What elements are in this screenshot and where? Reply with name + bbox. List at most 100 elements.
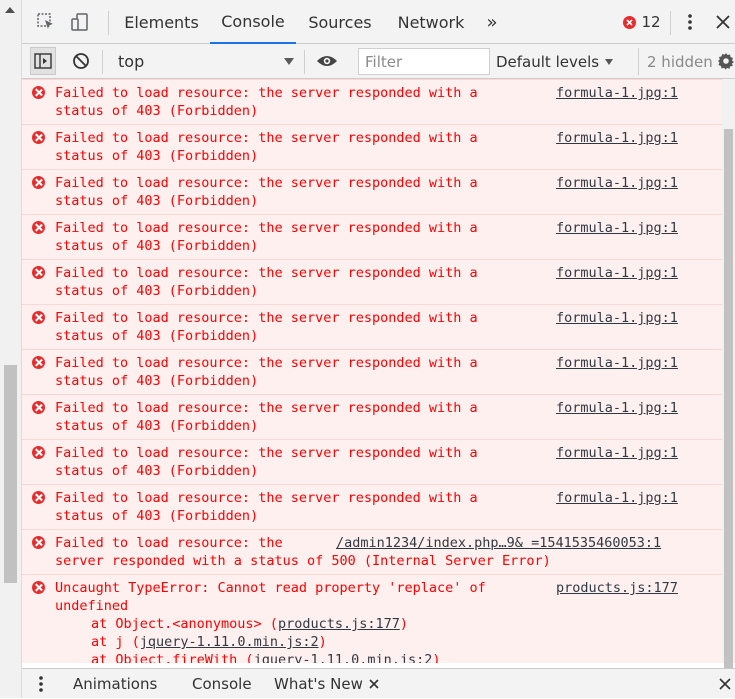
error-icon <box>32 491 45 504</box>
source-link[interactable]: formula-1.jpg:1 <box>556 174 678 192</box>
message-text: Uncaught TypeError: Cannot read property… <box>55 580 486 614</box>
toolbar-separator <box>108 11 109 35</box>
more-tabs-button[interactable]: » <box>480 0 504 44</box>
drawer-tab-label: What's New <box>274 675 363 693</box>
console-message-error: Failed to load resource: the server resp… <box>22 349 722 394</box>
error-icon <box>32 176 45 189</box>
inspect-element-icon[interactable] <box>32 0 60 44</box>
source-link[interactable]: formula-1.jpg:1 <box>556 399 678 417</box>
log-levels-dropdown[interactable]: Default levels <box>496 48 614 75</box>
stack-frame: at Object.fireWith (jquery-1.11.0.min.js… <box>91 651 441 663</box>
message-text: Failed to load resource: the server resp… <box>55 490 478 524</box>
error-icon <box>32 86 45 99</box>
error-icon <box>32 131 45 144</box>
chevron-down-icon <box>605 58 614 65</box>
sidebar-toggle-icon[interactable] <box>30 47 56 75</box>
source-link[interactable]: /admin1234/index.php…9& =1541535460053:1 <box>336 534 661 552</box>
stack-frame: at Object.<anonymous> (products.js:177) <box>91 616 408 632</box>
console-scrollbar[interactable] <box>722 79 735 694</box>
message-text: Failed to load resource: the server resp… <box>55 355 478 389</box>
source-link[interactable]: formula-1.jpg:1 <box>556 489 678 507</box>
stack-frame-link[interactable]: jquery-1.11.0.min.js:2 <box>254 652 433 663</box>
console-message-error: Failed to load resource: the server resp… <box>22 124 722 169</box>
clear-console-icon[interactable] <box>68 47 94 75</box>
error-icon <box>32 221 45 234</box>
source-link[interactable]: formula-1.jpg:1 <box>556 219 678 237</box>
source-link[interactable]: formula-1.jpg:1 <box>556 264 678 282</box>
tab-label: Sources <box>308 12 372 32</box>
close-devtools-icon[interactable] <box>712 0 734 44</box>
console-message-error: Failed to load resource: the server resp… <box>22 214 722 259</box>
device-toolbar-icon[interactable] <box>66 0 94 44</box>
error-icon <box>32 266 45 279</box>
stack-frame: at j (jquery-1.11.0.min.js:2) <box>91 634 327 650</box>
error-counter[interactable]: 12 <box>620 0 664 44</box>
close-drawer-icon[interactable] <box>719 669 731 699</box>
drawer-tab-label: Animations <box>73 675 158 693</box>
console-message-error: Failed to load resource: the server resp… <box>22 484 722 529</box>
error-icon <box>32 581 45 594</box>
console-message-uncaught-error: Uncaught TypeError: Cannot read property… <box>22 574 722 663</box>
hidden-messages-count: 2 hidden <box>638 48 713 75</box>
tab-label: Network <box>397 12 465 32</box>
kebab-menu-icon[interactable] <box>678 0 702 44</box>
message-text: Failed to load resource: the server resp… <box>55 400 478 434</box>
source-link[interactable]: formula-1.jpg:1 <box>556 309 678 327</box>
console-toolbar: top Default levels 2 hidden <box>22 44 735 79</box>
drawer-tabbar: Animations Console What's New <box>22 668 735 698</box>
toolbar-separator <box>670 11 671 35</box>
drawer-tab-animations[interactable]: Animations <box>73 669 157 699</box>
devtools-tabbar: Elements Console Sources Network » 12 <box>22 0 735 44</box>
page-scrollbar[interactable] <box>0 0 22 698</box>
console-messages: Failed to load resource: the server resp… <box>22 79 722 663</box>
console-message-error: Failed to load resource: the server resp… <box>22 394 722 439</box>
source-link[interactable]: products.js:177 <box>556 579 678 597</box>
message-text: Failed to load resource: the server resp… <box>55 85 478 119</box>
error-icon <box>32 311 45 324</box>
log-levels-label: Default levels <box>496 52 600 71</box>
error-icon <box>32 356 45 369</box>
console-scrollbar-thumb[interactable] <box>724 129 733 694</box>
source-link[interactable]: formula-1.jpg:1 <box>556 354 678 372</box>
error-count: 12 <box>641 13 661 31</box>
live-expression-eye-icon[interactable] <box>312 47 342 75</box>
console-message-error: Failed to load resource: the server resp… <box>22 304 722 349</box>
message-text: Failed to load resource: the server resp… <box>55 310 478 344</box>
chevron-down-icon <box>284 58 294 65</box>
more-tabs-icon: » <box>486 11 498 33</box>
tab-label: Console <box>221 11 285 31</box>
source-link[interactable]: formula-1.jpg:1 <box>556 444 678 462</box>
tab-network[interactable]: Network <box>390 0 472 44</box>
message-text: Failed to load resource: the server resp… <box>55 265 478 299</box>
context-value: top <box>118 51 145 71</box>
page-scrollbar-thumb[interactable] <box>4 365 17 583</box>
stack-frame-link[interactable]: products.js:177 <box>278 616 400 632</box>
source-link[interactable]: formula-1.jpg:1 <box>556 84 678 102</box>
source-link[interactable]: formula-1.jpg:1 <box>556 129 678 147</box>
close-tab-icon[interactable] <box>369 679 379 689</box>
console-message-error: Failed to load resource: the server resp… <box>22 439 722 484</box>
toolbar-separator <box>102 50 103 74</box>
error-icon <box>623 15 637 29</box>
console-message-error: Failed to load resource: the server resp… <box>22 529 722 574</box>
scroll-up-arrow-icon[interactable] <box>5 7 15 13</box>
console-message-error: Failed to load resource: the server resp… <box>22 169 722 214</box>
drawer-tab-console[interactable]: Console <box>192 669 252 699</box>
tab-sources[interactable]: Sources <box>302 0 378 44</box>
message-text: Failed to load resource: the server resp… <box>55 220 478 254</box>
stack-frame-link[interactable]: jquery-1.11.0.min.js:2 <box>140 634 319 650</box>
error-icon <box>32 446 45 459</box>
filter-input[interactable] <box>358 48 490 75</box>
message-text: Failed to load resource: the server resp… <box>55 175 478 209</box>
console-message-error: Failed to load resource: the server resp… <box>22 79 722 124</box>
drawer-menu-icon[interactable] <box>38 669 52 699</box>
console-settings-gear-icon[interactable] <box>716 47 735 75</box>
error-icon <box>32 401 45 414</box>
drawer-tab-whats-new[interactable]: What's New <box>274 669 379 699</box>
context-select[interactable]: top <box>110 48 300 74</box>
tab-label: Elements <box>124 12 199 32</box>
error-icon <box>32 536 45 549</box>
message-text: Failed to load resource: the server resp… <box>55 130 478 164</box>
tab-elements[interactable]: Elements <box>119 0 204 44</box>
tab-console[interactable]: Console <box>210 0 296 44</box>
